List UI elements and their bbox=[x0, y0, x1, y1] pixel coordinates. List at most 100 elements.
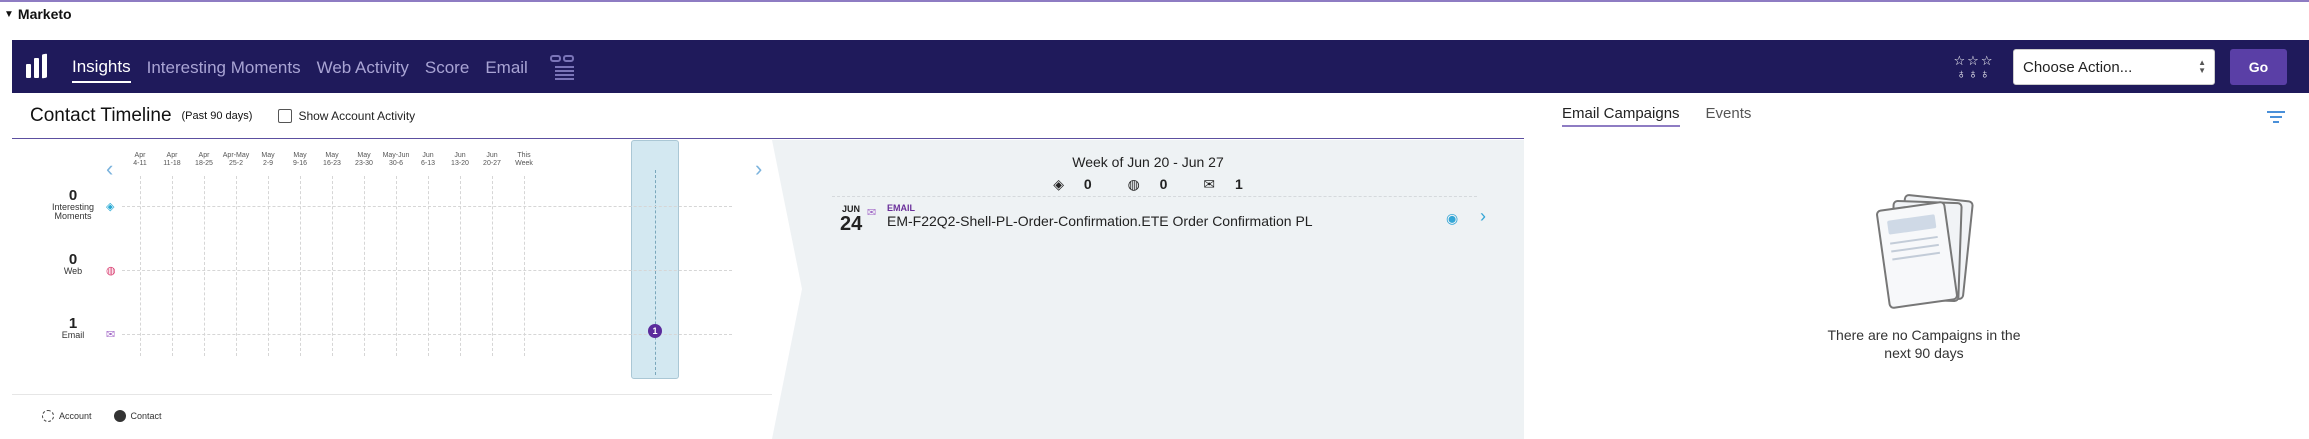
week-title: Week of Jun 20 - Jun 27 bbox=[1072, 154, 1224, 170]
week-stats: ◈ 0 ◍ 0 ✉ 1 bbox=[772, 176, 1524, 193]
tab-events[interactable]: Events bbox=[1706, 105, 1752, 127]
choose-action-select[interactable]: Choose Action... ▲ ▼ bbox=[2013, 49, 2215, 85]
detail-separator bbox=[832, 196, 1477, 197]
show-account-checkbox[interactable] bbox=[278, 108, 293, 123]
week-label-top: Apr bbox=[166, 152, 178, 159]
week-label-top: Apr bbox=[198, 152, 210, 159]
week-label[interactable]: Apr 18-25 bbox=[189, 152, 219, 168]
week-grid-line bbox=[332, 176, 333, 356]
web-label: Web bbox=[63, 266, 83, 276]
week-grid-line bbox=[172, 176, 173, 356]
week-grid-line bbox=[364, 176, 365, 356]
week-label-bottom: 4-11 bbox=[133, 160, 147, 167]
week-label[interactable]: May 9-16 bbox=[285, 152, 315, 168]
select-arrows-icon: ▲ ▼ bbox=[2198, 58, 2206, 75]
globe-icon: ◍ bbox=[106, 265, 116, 277]
grid-divider bbox=[12, 394, 772, 395]
week-label-top: Jun bbox=[422, 152, 434, 159]
timeline-grid: ‹ › Apr 4-11 Apr 11-18 Apr 18-25 Apr-May 25-2 Ma… bbox=[12, 140, 772, 439]
week-grid-line bbox=[492, 176, 493, 356]
campaign-tabs: Email Campaigns Events bbox=[1562, 105, 1777, 127]
tab-insights[interactable]: Insights bbox=[72, 51, 131, 83]
event-day: 24 bbox=[840, 213, 863, 235]
globe-stat-icon: ◍ bbox=[1127, 176, 1140, 192]
week-label-top: May bbox=[293, 152, 307, 159]
week-label[interactable]: Jun 13-20 bbox=[445, 152, 475, 168]
week-label-bottom: 11-18 bbox=[163, 160, 181, 167]
event-envelope-icon: ✉ bbox=[867, 207, 877, 219]
legend-account-label: Account bbox=[59, 411, 92, 421]
tab-email-campaigns[interactable]: Email Campaigns bbox=[1562, 105, 1680, 127]
row-grid-line bbox=[122, 334, 732, 335]
week-label[interactable]: Apr 11-18 bbox=[157, 152, 187, 168]
marketo-logo-icon bbox=[24, 53, 52, 81]
week-label[interactable]: Jun 6-13 bbox=[413, 152, 443, 168]
week-label-bottom: 30-6 bbox=[388, 160, 403, 167]
nav-actions: ☆☆☆ ♁♁♁ Choose Action... ▲ ▼ Go bbox=[1949, 49, 2287, 85]
timeline-subtitle: (Past 90 days) bbox=[181, 109, 253, 122]
account-legend-icon bbox=[42, 410, 54, 422]
nav-bar: Insights Interesting Moments Web Activit… bbox=[12, 40, 2309, 93]
week-label-bottom: 18-25 bbox=[195, 160, 213, 167]
tab-email[interactable]: Email bbox=[485, 52, 528, 82]
web-stat: 0 bbox=[1159, 176, 1168, 192]
eye-icon[interactable]: ◉ bbox=[1446, 210, 1458, 227]
selected-week-line bbox=[655, 170, 656, 375]
week-grid-line bbox=[524, 176, 525, 356]
week-label-top: May bbox=[357, 152, 371, 159]
week-label-top: Apr-May bbox=[222, 152, 250, 159]
week-label[interactable]: Jun 20-27 bbox=[477, 152, 507, 168]
week-label[interactable]: May 16-23 bbox=[317, 152, 347, 168]
diamond-icon: ◈ bbox=[106, 201, 115, 213]
week-label-bottom: 9-16 bbox=[292, 160, 307, 167]
week-label[interactable]: May 2-9 bbox=[253, 152, 283, 168]
marketo-section-header[interactable]: ▼ Marketo bbox=[0, 2, 2309, 26]
week-label-bottom: Week bbox=[515, 160, 533, 167]
email-stat: 1 bbox=[1234, 176, 1243, 192]
week-grid-line bbox=[396, 176, 397, 356]
legend-contact-label: Contact bbox=[130, 411, 162, 421]
tab-interesting-moments[interactable]: Interesting Moments bbox=[147, 52, 301, 82]
week-label-top: Apr bbox=[134, 152, 146, 159]
email-activity-dot[interactable]: 1 bbox=[648, 324, 662, 338]
tab-web-activity[interactable]: Web Activity bbox=[317, 52, 409, 82]
event-name[interactable]: EM-F22Q2-Shell-PL-Order-Confirmation.ETE… bbox=[887, 213, 1313, 229]
week-label[interactable]: May-Jun 30-6 bbox=[381, 152, 411, 168]
go-button[interactable]: Go bbox=[2230, 49, 2287, 85]
week-label-bottom: 13-20 bbox=[451, 160, 469, 167]
timeline-header: Contact Timeline (Past 90 days) Show Acc… bbox=[12, 93, 1524, 139]
campaigns-pane: Email Campaigns Events There are no Camp… bbox=[1524, 93, 2309, 439]
chevron-right-icon[interactable]: › bbox=[1480, 206, 1486, 227]
moments-label: Interesting Moments bbox=[51, 202, 95, 221]
week-label-top: Jun bbox=[486, 152, 498, 159]
week-label-bottom: 2-9 bbox=[262, 160, 274, 167]
week-label-top: This bbox=[517, 152, 531, 159]
caret-down-icon[interactable]: ▼ bbox=[4, 9, 14, 20]
week-label-top: Jun bbox=[454, 152, 466, 159]
week-label[interactable]: May 23-30 bbox=[349, 152, 379, 168]
documents-illustration bbox=[1875, 193, 1977, 310]
week-label-top: May-Jun bbox=[382, 152, 410, 159]
show-account-label[interactable]: Show Account Activity bbox=[298, 109, 415, 123]
next-weeks-arrow-icon[interactable]: › bbox=[755, 156, 762, 182]
week-label[interactable]: Apr 4-11 bbox=[125, 152, 155, 168]
week-detail-panel: Week of Jun 20 - Jun 27 ◈ 0 ◍ 0 ✉ 1 JUN … bbox=[772, 140, 1524, 439]
week-label-bottom: 16-23 bbox=[323, 160, 341, 167]
week-label[interactable]: Apr-May 25-2 bbox=[221, 152, 251, 168]
no-campaigns-message: There are no Campaigns in the next 90 da… bbox=[1827, 327, 2021, 361]
contact-timeline-pane: Contact Timeline (Past 90 days) Show Acc… bbox=[12, 93, 1524, 439]
detail-pointer bbox=[772, 140, 802, 439]
week-label[interactable]: This Week bbox=[509, 152, 539, 168]
prev-weeks-arrow-icon[interactable]: ‹ bbox=[106, 156, 113, 182]
week-grid-line bbox=[140, 176, 141, 356]
timeline-title: Contact Timeline bbox=[30, 104, 172, 126]
event-type: EMAIL bbox=[887, 203, 915, 213]
diamond-stat-icon: ◈ bbox=[1053, 176, 1064, 192]
week-label-bottom: 6-13 bbox=[420, 160, 435, 167]
marketo-frame: Insights Interesting Moments Web Activit… bbox=[12, 40, 2309, 439]
week-label-bottom: 25-2 bbox=[228, 160, 243, 167]
stars-rating-icon[interactable]: ☆☆☆ ♁♁♁ bbox=[1949, 54, 1999, 80]
tab-score[interactable]: Score bbox=[425, 52, 469, 82]
glasses-list-icon[interactable] bbox=[549, 53, 576, 81]
filter-icon[interactable] bbox=[2267, 111, 2285, 126]
